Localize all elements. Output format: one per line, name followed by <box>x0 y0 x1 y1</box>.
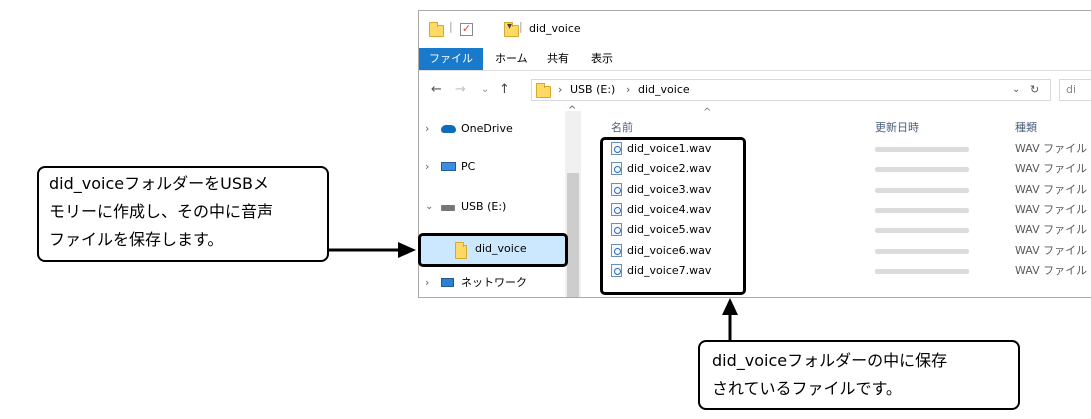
callout-arrows <box>329 242 738 340</box>
up-arrow-head <box>722 298 738 315</box>
left-arrow-head <box>398 242 416 258</box>
